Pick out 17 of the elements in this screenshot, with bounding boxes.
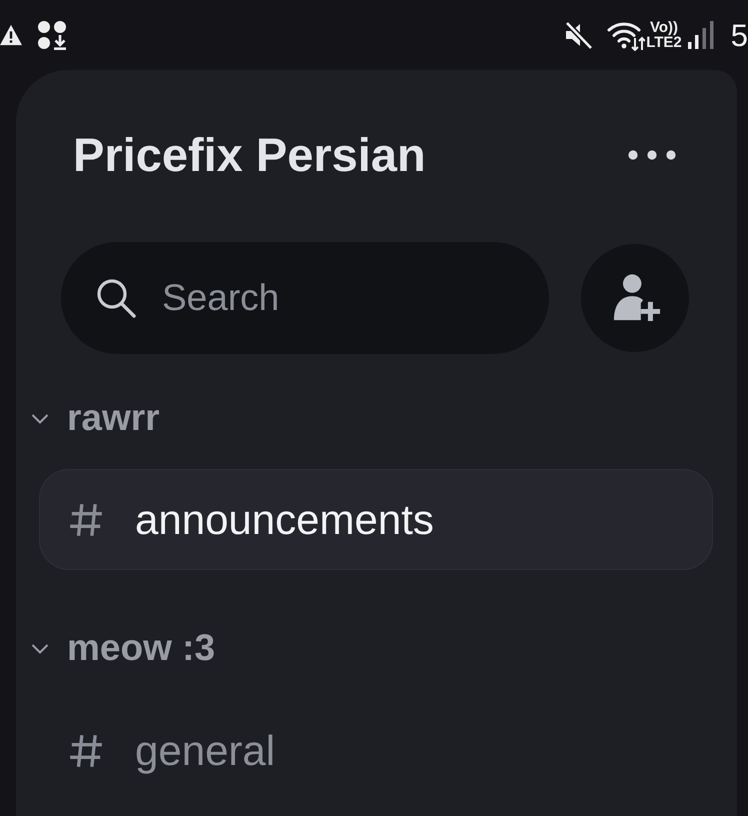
network-type-label: LTE2 (646, 35, 682, 50)
clock-time: 5 (730, 20, 748, 50)
search-icon (96, 278, 136, 318)
category-header[interactable]: meow :3 (16, 628, 216, 668)
search-field[interactable]: Search (61, 242, 549, 354)
dots-download-icon (37, 20, 67, 50)
warning-icon (0, 24, 22, 46)
more-icon (628, 150, 676, 160)
person-plus-icon (612, 274, 662, 322)
channel-item[interactable]: general (39, 700, 713, 801)
channel-item[interactable]: announcements (39, 469, 713, 570)
signal-icon (686, 20, 715, 50)
category-header[interactable]: rawrr (16, 398, 160, 438)
server-title: Pricefix Persian (73, 128, 426, 182)
speaker-muted-icon (563, 20, 594, 50)
more-button[interactable] (628, 150, 676, 160)
network-type-label: Vo)) (650, 20, 678, 35)
